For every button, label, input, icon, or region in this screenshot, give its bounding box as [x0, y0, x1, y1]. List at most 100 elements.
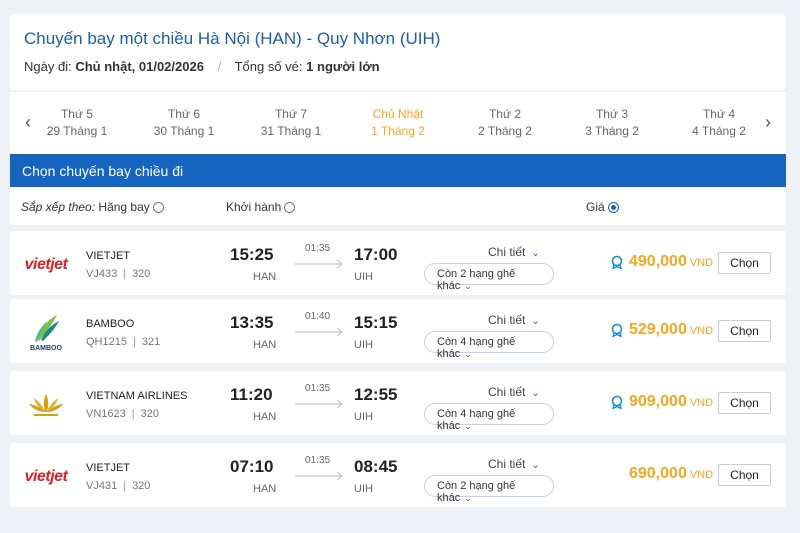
aircraft-type: 321 — [141, 336, 161, 348]
details-toggle[interactable]: Chi tiết ⌄ — [488, 457, 540, 471]
flight-code: VJ433 | 320 — [86, 268, 150, 280]
currency: VND — [689, 257, 714, 269]
details-toggle[interactable]: Chi tiết ⌄ — [488, 245, 540, 259]
details-toggle[interactable]: Chi tiết ⌄ — [488, 313, 540, 327]
flight-duration: 01:40 — [305, 311, 331, 322]
search-details: Ngày đi: Chủ nhật, 01/02/2026 / Tổng số … — [24, 59, 380, 74]
chevron-down-icon: ⌄ — [464, 349, 472, 359]
currency: VND — [689, 469, 714, 481]
date-day-month: 1 Tháng 2 — [371, 124, 425, 138]
divider: | — [131, 408, 135, 420]
sort-price[interactable]: Giá — [586, 200, 619, 214]
airline-name: VIETJET — [86, 462, 131, 474]
sort-departure[interactable]: Khởi hành — [226, 200, 296, 214]
date-tab[interactable]: Thứ 5 29 Tháng 1 — [32, 106, 122, 140]
airline-logo: vietjet — [22, 245, 70, 285]
chevron-down-icon: ⌄ — [531, 316, 540, 327]
seat-class-dropdown[interactable]: Còn 2 hạng ghế khác ⌄ — [424, 475, 554, 504]
chevron-down-icon: ⌄ — [531, 388, 540, 399]
date-selector: ‹ Thứ 5 29 Tháng 1 Thứ 6 30 Tháng 1 Thứ 7 31 … — [10, 92, 786, 154]
departure-airport: HAN — [253, 339, 277, 351]
date-day-month: 29 Tháng 1 — [46, 124, 108, 138]
radio-icon[interactable] — [284, 202, 296, 213]
airline-logo — [22, 385, 70, 425]
section-title: Chọn chuyến bay chiều đi — [10, 154, 786, 187]
lotus-logo — [29, 394, 63, 416]
arrival-time: 17:00 — [354, 245, 398, 264]
details-label: Chi tiết — [488, 245, 526, 259]
arrival-airport: UIH — [354, 271, 373, 283]
divider: / — [217, 59, 222, 74]
departure-airport: HAN — [253, 411, 277, 423]
chevron-down-icon: ⌄ — [531, 248, 540, 259]
flight-duration: 01:35 — [305, 243, 331, 254]
airline-logo: BAMBOO — [22, 313, 70, 353]
airline-name: VIETJET — [86, 250, 131, 262]
departure-airport: HAN — [253, 483, 277, 495]
airline-logo: vietjet — [22, 457, 70, 497]
date-tab[interactable]: Thứ 6 30 Tháng 1 — [139, 106, 229, 140]
chevron-right-icon[interactable]: › — [758, 112, 778, 133]
details-label: Chi tiết — [488, 385, 526, 399]
fare-badge-icon — [611, 395, 623, 409]
date-tab[interactable]: Thứ 7 31 Tháng 1 — [246, 106, 336, 140]
seat-class-label: Còn 2 hạng ghế khác — [437, 268, 516, 292]
flight-number: QH1215 — [86, 336, 127, 348]
flight-number: VN1623 — [86, 408, 126, 420]
departure-time: 07:10 — [230, 457, 274, 476]
date-tab[interactable]: Thứ 2 2 Tháng 2 — [460, 106, 550, 140]
vietjet-logo: vietjet — [24, 468, 68, 485]
aircraft-type: 320 — [132, 480, 151, 492]
date-tab[interactable]: Thứ 4 4 Tháng 2 — [674, 106, 764, 140]
search-summary: Chuyến bay một chiều Hà Nội (HAN) - Quy … — [10, 14, 786, 90]
flight-card: vietjet VIETJET VJ433 | 320 15:25 HAN 01:3… — [10, 231, 786, 295]
chevron-down-icon: ⌄ — [531, 460, 540, 471]
date-day-month: 3 Tháng 2 — [585, 124, 639, 138]
departure-time: 15:25 — [230, 245, 274, 264]
seat-class-label: Còn 2 hạng ghế khác — [437, 480, 516, 504]
depart-date: Chủ nhật, 01/02/2026 — [75, 59, 204, 74]
arrow-right-icon — [295, 471, 343, 481]
flight-code: VJ431 | 320 — [86, 480, 150, 492]
select-flight-button[interactable]: Chọn — [718, 464, 771, 486]
chevron-down-icon: ⌄ — [464, 421, 472, 431]
select-flight-button[interactable]: Chọn — [718, 392, 771, 414]
radio-selected-icon[interactable] — [607, 202, 619, 213]
date-weekday: Thứ 6 — [167, 107, 201, 121]
arrival-time: 15:15 — [354, 313, 398, 332]
date-day-month: 4 Tháng 2 — [692, 124, 746, 138]
select-flight-button[interactable]: Chọn — [718, 320, 771, 342]
fare-price: 529,000 VND — [629, 321, 713, 339]
arrow-right-icon — [295, 259, 343, 269]
date-tab[interactable]: Chủ Nhật 1 Tháng 2 — [353, 106, 443, 140]
flight-duration: 01:35 — [305, 455, 331, 466]
price-value: 490,000 — [629, 253, 687, 270]
seat-class-dropdown[interactable]: Còn 4 hạng ghế khác ⌄ — [424, 403, 554, 432]
fare-price: 490,000 VND — [629, 253, 713, 271]
departure-airport: HAN — [253, 271, 277, 283]
depart-label: Ngày đi: — [24, 59, 72, 74]
sort-airline[interactable]: Sắp xếp theo: Hãng bay — [21, 200, 164, 214]
details-toggle[interactable]: Chi tiết ⌄ — [488, 385, 540, 399]
flight-number: VJ431 — [86, 480, 118, 492]
date-day-month: 30 Tháng 1 — [153, 124, 215, 138]
flight-card: vietjet VIETJET VJ431 | 320 07:10 HAN 01:3… — [10, 443, 786, 507]
page-title: Chuyến bay một chiều Hà Nội (HAN) - Quy … — [24, 29, 441, 48]
divider: | — [123, 480, 127, 492]
date-weekday: Thứ 4 — [702, 107, 736, 121]
flight-number: VJ433 — [86, 268, 118, 280]
chevron-down-icon: ⌄ — [464, 281, 472, 291]
airline-name: VIETNAM AIRLINES — [86, 390, 188, 402]
seat-class-dropdown[interactable]: Còn 4 hạng ghế khác ⌄ — [424, 331, 554, 360]
currency: VND — [689, 325, 714, 337]
date-tab[interactable]: Thứ 3 3 Tháng 2 — [567, 106, 657, 140]
radio-icon[interactable] — [152, 202, 164, 213]
details-label: Chi tiết — [488, 457, 526, 471]
select-flight-button[interactable]: Chọn — [718, 252, 771, 274]
arrival-airport: UIH — [354, 483, 373, 495]
seat-class-dropdown[interactable]: Còn 2 hạng ghế khác ⌄ — [424, 263, 554, 292]
date-day-month: 31 Tháng 1 — [260, 124, 322, 138]
date-weekday: Thứ 5 — [60, 107, 94, 121]
price-value: 529,000 — [629, 321, 687, 338]
seat-class-label: Còn 4 hạng ghế khác — [437, 408, 516, 432]
